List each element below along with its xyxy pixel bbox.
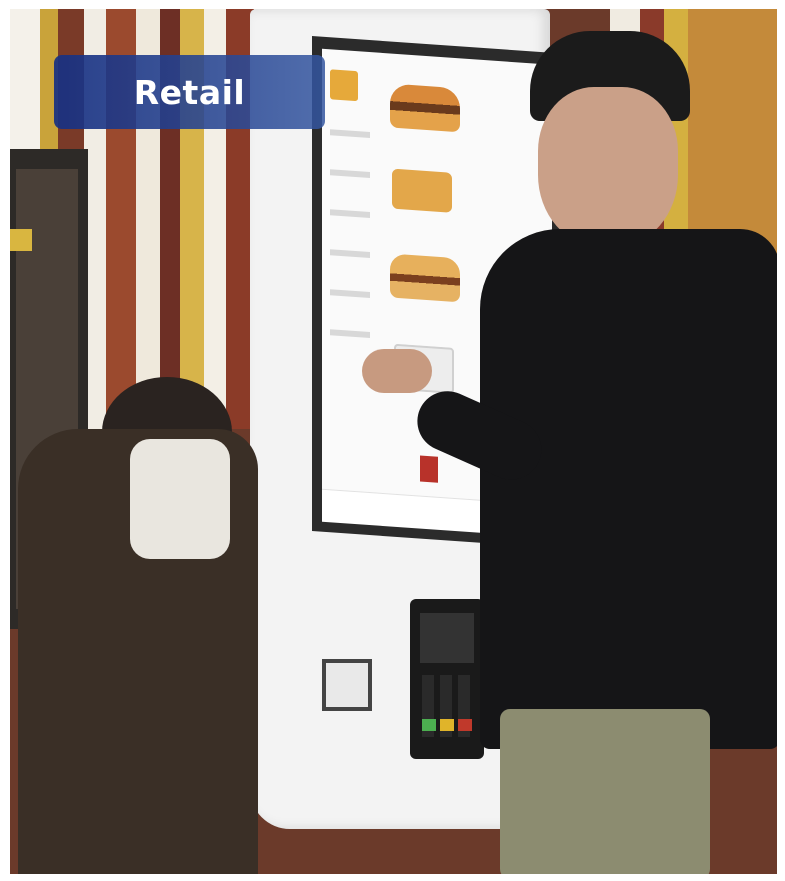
menu-item-sandwich xyxy=(390,253,460,303)
scanner xyxy=(322,659,372,711)
photo-scene: Retail xyxy=(10,9,777,874)
menu-item-fries xyxy=(392,168,452,213)
menu-item-red xyxy=(420,455,438,483)
badge-label: Retail xyxy=(133,72,246,112)
category-badge: Retail xyxy=(54,55,325,129)
menu-item-burger xyxy=(390,83,460,133)
menu-sidebar xyxy=(322,49,552,339)
card-reader xyxy=(410,599,484,759)
